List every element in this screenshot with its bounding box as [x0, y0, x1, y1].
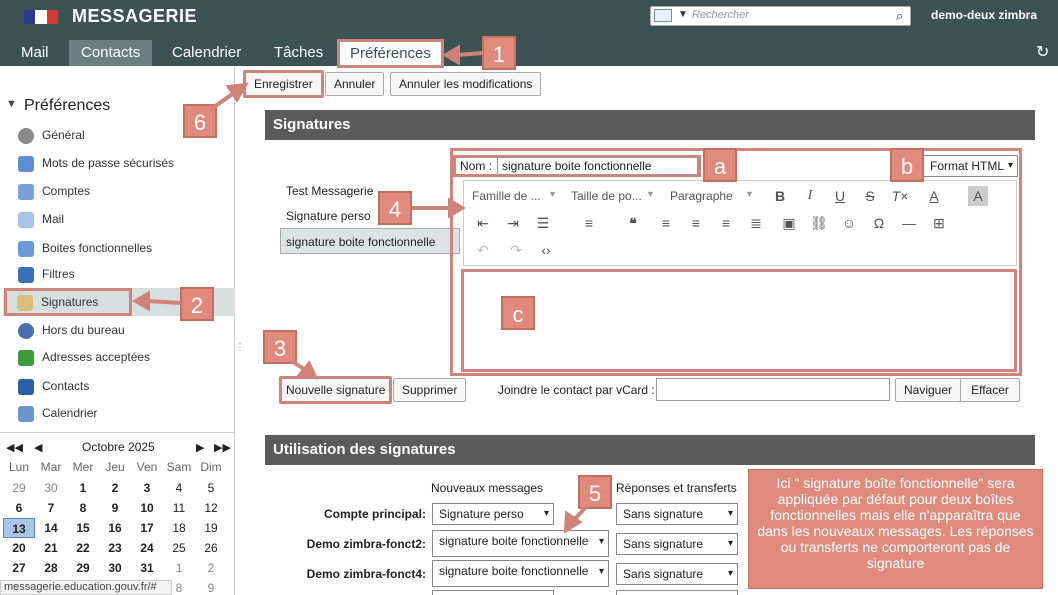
- annotation-arrows: [132, 44, 587, 534]
